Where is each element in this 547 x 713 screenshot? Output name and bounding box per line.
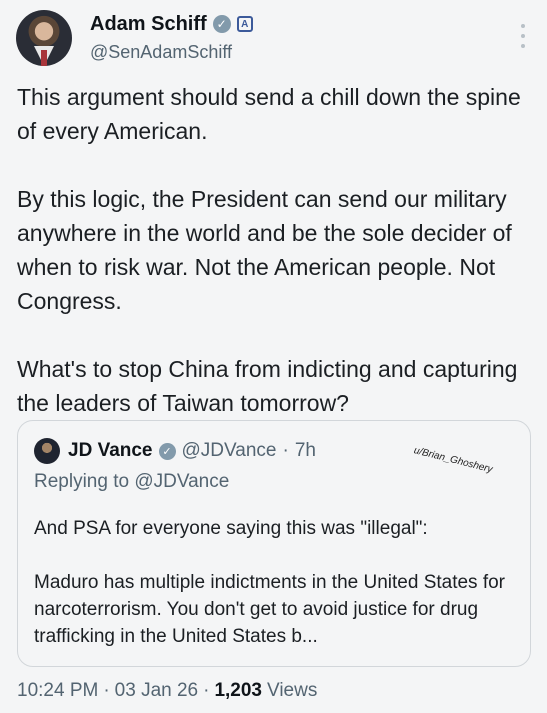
meta-separator: · <box>203 680 210 701</box>
author-handle[interactable]: @SenAdamSchiff <box>90 42 253 63</box>
government-badge-icon[interactable]: A <box>236 16 253 32</box>
quoted-time[interactable]: 7h <box>295 440 316 462</box>
verified-badge-icon[interactable]: ✓ <box>212 15 231 33</box>
post-meta: 10:24 PM · 03 Jan 26 · 1,203 Views <box>17 680 317 702</box>
quoted-post-text: And PSA for everyone saying this was "il… <box>34 518 506 647</box>
post-time[interactable]: 10:24 PM <box>17 680 98 702</box>
quoted-author-avatar[interactable] <box>34 438 60 464</box>
watermark: u/Brian_Ghoshery <box>412 445 494 476</box>
views-label[interactable]: Views <box>267 680 317 702</box>
author-display-name[interactable]: Adam Schiff <box>90 13 207 36</box>
quoted-author-display-name[interactable]: JD Vance <box>68 440 153 462</box>
post-date[interactable]: 03 Jan 26 <box>115 680 198 702</box>
avatar-tie <box>41 50 47 66</box>
quoted-author-row: JD Vance ✓ @JDVance · 7h <box>68 439 316 463</box>
author-name-row: Adam Schiff ✓ A <box>90 12 253 36</box>
post-header: Adam Schiff ✓ A @SenAdamSchiff <box>16 10 531 66</box>
author-avatar[interactable] <box>16 10 72 66</box>
views-count[interactable]: 1,203 <box>214 680 262 702</box>
author-names: Adam Schiff ✓ A @SenAdamSchiff <box>90 12 253 63</box>
quoted-author-handle[interactable]: @JDVance <box>182 440 277 462</box>
quoted-separator: · <box>282 440 289 461</box>
quoted-replying-to[interactable]: Replying to @JDVance <box>34 471 229 493</box>
post: Adam Schiff ✓ A @SenAdamSchiff This argu… <box>0 0 547 713</box>
post-text: This argument should send a chill down t… <box>17 84 521 416</box>
quoted-verified-badge-icon: ✓ <box>158 442 176 460</box>
quoted-post[interactable]: JD Vance ✓ @JDVance · 7h u/Brian_Ghosher… <box>17 420 531 667</box>
more-vertical-icon[interactable] <box>519 24 527 48</box>
meta-separator: · <box>103 680 110 701</box>
